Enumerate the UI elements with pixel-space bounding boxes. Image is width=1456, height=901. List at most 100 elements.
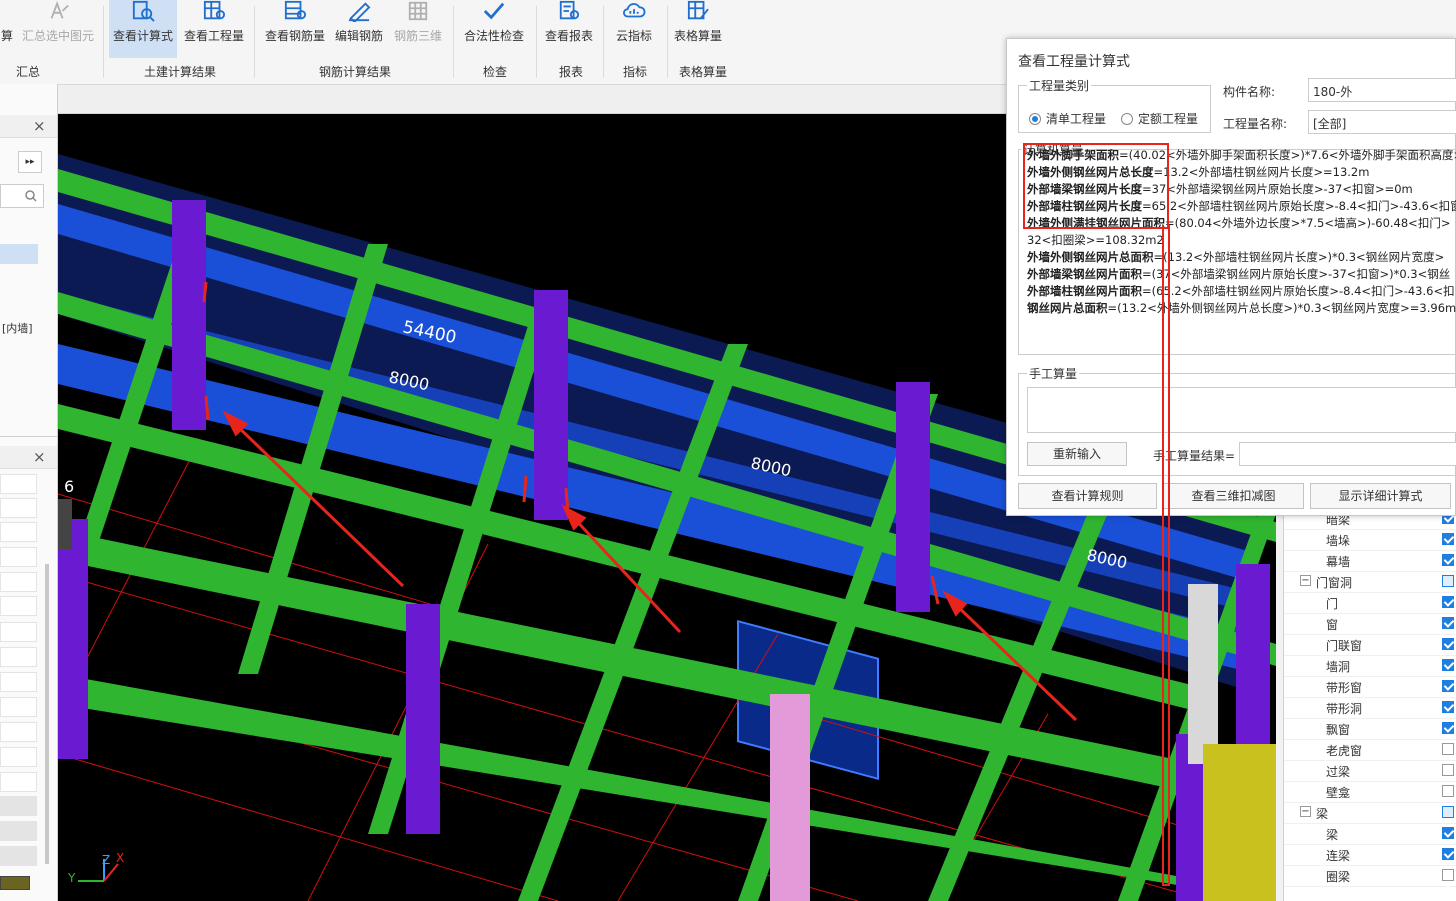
tree-item-checkbox[interactable] bbox=[1442, 533, 1454, 545]
component-name-field[interactable]: 180-外 bbox=[1308, 78, 1456, 102]
radio-quota-quantity[interactable]: 定额工程量 bbox=[1121, 110, 1198, 127]
manual-calc-group: 手工算量 重新输入 手工算量结果= bbox=[1018, 365, 1456, 476]
quantity-type-legend: 工程量类别 bbox=[1027, 77, 1092, 94]
property-row[interactable] bbox=[0, 697, 37, 717]
nav-left-handle[interactable] bbox=[58, 499, 72, 549]
tree-item-label: 圈梁 bbox=[1326, 870, 1351, 884]
tree-item[interactable]: 梁 bbox=[1284, 823, 1456, 845]
tree-item[interactable]: 窗 bbox=[1284, 613, 1456, 635]
summary-selected-button[interactable]: 汇总选中图元 bbox=[18, 0, 98, 58]
tree-item-checkbox[interactable] bbox=[1442, 764, 1454, 776]
tree-item[interactable]: 连梁 bbox=[1284, 844, 1456, 866]
component-tree-panel: 暗梁 墙垛 幕墙 − 门窗洞门窗门联窗 墙洞 带形窗 带形洞 飘窗 老虎窗 过梁 壁龛 − 梁梁连梁 圈梁 bbox=[1283, 510, 1456, 901]
tree-item-checkbox[interactable] bbox=[1442, 617, 1454, 629]
tree-item[interactable]: 壁龛 bbox=[1284, 781, 1456, 803]
tree-item-checkbox[interactable] bbox=[1442, 743, 1454, 755]
dimension-label: 6 bbox=[64, 477, 74, 496]
property-row[interactable] bbox=[0, 772, 37, 792]
property-row[interactable] bbox=[0, 596, 37, 616]
rebar-3d-button[interactable]: 钢筋三维 bbox=[390, 0, 446, 58]
tree-item-checkbox[interactable] bbox=[1442, 596, 1454, 608]
property-row[interactable] bbox=[0, 498, 37, 518]
collapse-icon[interactable]: − bbox=[1300, 575, 1311, 586]
legality-check-button[interactable]: 合法性检查 bbox=[460, 0, 528, 58]
tree-item[interactable]: − 梁 bbox=[1284, 802, 1456, 824]
edit-rebar-button[interactable]: 编辑钢筋 bbox=[330, 0, 388, 58]
quantity-type-group: 工程量类别 清单工程量 定额工程量 bbox=[1018, 77, 1211, 133]
property-row[interactable] bbox=[0, 647, 37, 667]
color-swatch[interactable] bbox=[0, 876, 30, 890]
tree-item-checkbox[interactable] bbox=[1442, 827, 1454, 839]
tree-item-checkbox[interactable] bbox=[1442, 701, 1454, 713]
property-row[interactable] bbox=[0, 747, 37, 767]
tree-item-checkbox[interactable] bbox=[1442, 848, 1454, 860]
summary-calc-button[interactable]: 算 bbox=[0, 0, 14, 58]
component-search-input[interactable] bbox=[0, 184, 44, 208]
tree-item[interactable]: 过梁 bbox=[1284, 760, 1456, 782]
quantity-name-label: 工程量名称: bbox=[1223, 117, 1288, 131]
property-row[interactable] bbox=[0, 796, 37, 816]
formula-expression: =(80.04<外墙外边长度>*7.5<墙高>)-60.48<扣门> bbox=[1165, 216, 1451, 230]
reinput-button[interactable]: 重新输入 bbox=[1027, 442, 1127, 466]
close-icon[interactable]: × bbox=[33, 448, 46, 466]
tree-item[interactable]: 门联窗 bbox=[1284, 634, 1456, 656]
group-label-table: 表格算量 bbox=[679, 65, 728, 79]
quantity-name-select[interactable]: [全部] bbox=[1308, 110, 1456, 134]
tree-item[interactable]: 圈梁 bbox=[1284, 865, 1456, 887]
tree-item-label: 幕墙 bbox=[1326, 555, 1351, 569]
selected-list-item[interactable] bbox=[0, 244, 38, 264]
tree-item[interactable]: 带形洞 bbox=[1284, 697, 1456, 719]
view-rebar-button[interactable]: 查看钢筋量 bbox=[262, 0, 328, 58]
view-rebar-icon bbox=[284, 0, 306, 20]
tree-item[interactable]: 老虎窗 bbox=[1284, 739, 1456, 761]
tree-item-label: 飘窗 bbox=[1326, 723, 1351, 737]
scrollbar[interactable] bbox=[45, 564, 49, 864]
manual-result-field[interactable] bbox=[1239, 442, 1456, 466]
formula-line: 外部墙柱钢丝网片面积=(65.2<外部墙柱钢丝网片原始长度>-8.4<扣门>-4… bbox=[1027, 283, 1456, 300]
tree-item[interactable]: 门 bbox=[1284, 592, 1456, 614]
tree-item-checkbox[interactable] bbox=[1442, 680, 1454, 692]
tree-item-checkbox[interactable] bbox=[1442, 722, 1454, 734]
table-calc-button[interactable]: 表格算量 bbox=[670, 0, 726, 58]
cloud-index-button[interactable]: 云指标 bbox=[607, 0, 661, 58]
radio-bill-quantity[interactable]: 清单工程量 bbox=[1029, 110, 1106, 127]
collapse-icon[interactable]: − bbox=[1300, 806, 1311, 817]
manual-calc-textarea[interactable] bbox=[1027, 387, 1456, 433]
tree-item-checkbox[interactable] bbox=[1442, 806, 1454, 818]
group-label-report: 报表 bbox=[559, 65, 584, 79]
view-quantity-icon bbox=[203, 0, 225, 20]
tree-item[interactable]: 带形窗 bbox=[1284, 676, 1456, 698]
property-row[interactable] bbox=[0, 672, 37, 692]
tree-item[interactable]: 墙垛 bbox=[1284, 529, 1456, 551]
property-row[interactable] bbox=[0, 572, 37, 592]
tree-item[interactable]: 墙洞 bbox=[1284, 655, 1456, 677]
tree-item-checkbox[interactable] bbox=[1442, 554, 1454, 566]
tree-item-checkbox[interactable] bbox=[1442, 575, 1454, 587]
close-icon[interactable]: × bbox=[33, 117, 46, 135]
tree-item-checkbox[interactable] bbox=[1442, 638, 1454, 650]
tree-item-checkbox[interactable] bbox=[1442, 869, 1454, 881]
tree-item-label: 壁龛 bbox=[1326, 786, 1351, 800]
view-formula-button[interactable]: 查看计算式 bbox=[109, 0, 177, 58]
view-quantity-button[interactable]: 查看工程量 bbox=[180, 0, 248, 58]
tree-item[interactable]: 幕墙 bbox=[1284, 550, 1456, 572]
expand-icon[interactable]: ▸▸ bbox=[18, 151, 42, 173]
edit-rebar-icon bbox=[348, 2, 371, 22]
column-pink bbox=[770, 694, 810, 901]
view-calc-rule-button[interactable]: 查看计算规则 bbox=[1018, 483, 1157, 509]
property-row[interactable] bbox=[0, 547, 37, 567]
property-row[interactable] bbox=[0, 522, 37, 542]
view-3d-deduction-button[interactable]: 查看三维扣减图 bbox=[1163, 483, 1304, 509]
property-row[interactable] bbox=[0, 846, 37, 866]
view-report-button[interactable]: 查看报表 bbox=[541, 0, 597, 58]
property-row[interactable] bbox=[0, 821, 37, 841]
property-row[interactable] bbox=[0, 474, 37, 494]
group-label-check: 检查 bbox=[483, 65, 508, 79]
show-detailed-formula-button[interactable]: 显示详细计算式 bbox=[1310, 483, 1451, 509]
tree-item[interactable]: − 门窗洞 bbox=[1284, 571, 1456, 593]
property-row[interactable] bbox=[0, 622, 37, 642]
tree-item-checkbox[interactable] bbox=[1442, 785, 1454, 797]
property-row[interactable] bbox=[0, 722, 37, 742]
tree-item[interactable]: 飘窗 bbox=[1284, 718, 1456, 740]
tree-item-checkbox[interactable] bbox=[1442, 659, 1454, 671]
